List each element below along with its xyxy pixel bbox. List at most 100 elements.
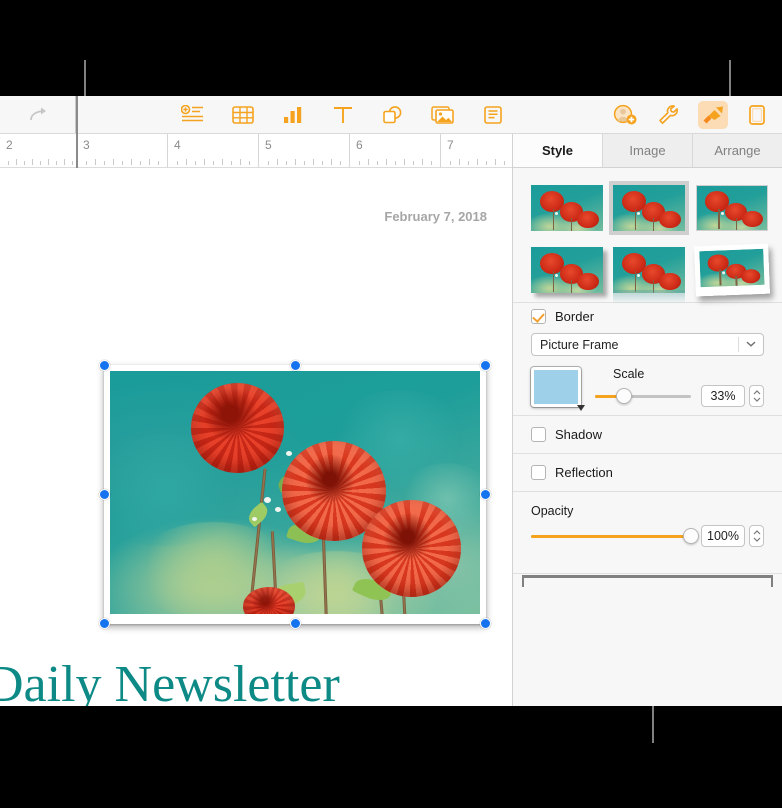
border-scale-group: Scale 33% (595, 367, 764, 407)
margin-guide (76, 96, 78, 168)
callout-bracket-sidebar-right (771, 575, 773, 587)
reflection-section: Reflection (513, 454, 782, 491)
ruler-segment: 7 (440, 134, 512, 167)
opacity-stepper[interactable] (749, 525, 764, 547)
ruler-number: 6 (356, 138, 363, 152)
opacity-section: Opacity 100% (513, 492, 782, 557)
resize-handle-top-left[interactable] (99, 360, 110, 371)
shadow-label: Shadow (555, 427, 602, 442)
tab-image[interactable]: Image (603, 134, 693, 167)
toolbar-left-group (0, 96, 76, 133)
border-checkbox-row[interactable]: Border (531, 309, 764, 324)
image-styles-grid (513, 168, 782, 302)
shadow-checkbox-row[interactable]: Shadow (531, 427, 764, 442)
ruler-number: 4 (174, 138, 181, 152)
scale-slider[interactable] (595, 388, 691, 404)
tab-arrange[interactable]: Arrange (693, 134, 782, 167)
resize-handle-top-right[interactable] (480, 360, 491, 371)
document-icon[interactable] (742, 101, 772, 129)
border-color-scale-row: Scale 33% (531, 367, 764, 411)
document-canvas[interactable]: February 7, 2018 Daily Newsletter (0, 168, 512, 706)
resize-handle-bottom-right[interactable] (480, 618, 491, 629)
reflection-label: Reflection (555, 465, 613, 480)
ruler-ticks (168, 156, 258, 165)
ruler-number: 2 (6, 138, 13, 152)
flower-bloom (361, 499, 462, 597)
border-label: Border (555, 309, 595, 324)
app-window: 2 3 4 5 6 7 February 7, 2018 Daily Newsl… (0, 96, 782, 706)
opacity-value-field[interactable]: 100% (701, 525, 745, 547)
style-swatch-plain[interactable] (531, 184, 603, 232)
ruler-number: 5 (265, 138, 272, 152)
ruler-segment: 2 (0, 134, 76, 167)
list-add-icon[interactable] (178, 101, 208, 129)
collaborate-icon[interactable] (610, 101, 640, 129)
ruler-segment: 6 (349, 134, 440, 167)
border-type-value: Picture Frame (540, 337, 619, 352)
scale-label: Scale (613, 367, 645, 381)
tab-style[interactable]: Style (513, 134, 603, 167)
ruler-number: 7 (447, 138, 454, 152)
resize-handle-bottom-center[interactable] (289, 618, 301, 629)
format-sidebar: Style Image Arrange Border Picture Frame… (512, 134, 782, 706)
reflection-checkbox[interactable] (531, 465, 546, 480)
format-icon[interactable] (698, 100, 728, 129)
ruler-ticks (0, 156, 76, 165)
opacity-label: Opacity (531, 504, 574, 518)
opacity-slider-line: 100% (531, 525, 764, 547)
style-swatch-gray-frame[interactable] (609, 181, 689, 235)
chevron-down-icon (746, 336, 756, 350)
resize-handle-top-center[interactable] (289, 360, 301, 371)
toolbar (0, 96, 782, 134)
comment-icon[interactable] (478, 101, 508, 129)
toolbar-insert-group (76, 101, 610, 129)
ruler-ticks (441, 156, 512, 165)
text-icon[interactable] (328, 101, 358, 129)
style-swatch-thin-border[interactable] (695, 184, 769, 232)
style-swatch-tilted-white-frame[interactable] (694, 243, 770, 297)
toolbar-right-group (610, 100, 782, 129)
reflection-checkbox-row[interactable]: Reflection (531, 465, 764, 480)
screenshot-root: 2 3 4 5 6 7 February 7, 2018 Daily Newsl… (0, 0, 782, 808)
resize-handle-middle-right[interactable] (480, 489, 491, 500)
settings-icon[interactable] (654, 101, 684, 129)
flower-bloom (191, 383, 284, 474)
ruler-segment: 3 (76, 134, 167, 167)
redo-button[interactable] (23, 101, 53, 129)
shadow-section: Shadow (513, 416, 782, 453)
document-title: Daily Newsletter (0, 656, 340, 706)
selected-image[interactable] (99, 360, 491, 629)
divider (513, 573, 782, 574)
chart-icon[interactable] (278, 101, 308, 129)
table-icon[interactable] (228, 101, 258, 129)
ruler-segment: 4 (167, 134, 258, 167)
style-swatch-drop-shadow[interactable] (531, 246, 603, 294)
picture-frame-border (104, 365, 486, 624)
ruler-ticks (350, 156, 440, 165)
scale-slider-line: 33% (595, 385, 764, 407)
style-swatch-reflection[interactable] (613, 246, 685, 294)
scale-slider-knob[interactable] (615, 388, 632, 404)
border-checkbox[interactable] (531, 309, 546, 324)
ruler-number: 3 (83, 138, 90, 152)
ruler-ticks (259, 156, 349, 165)
ruler-ticks (77, 156, 167, 165)
border-type-select[interactable]: Picture Frame (531, 333, 764, 356)
opacity-slider-fill (531, 535, 691, 538)
scale-value-field[interactable]: 33% (701, 385, 745, 407)
media-icon[interactable] (428, 101, 458, 129)
border-color-well-wrap (531, 367, 585, 411)
border-color-well[interactable] (531, 367, 581, 407)
ruler-segment: 5 (258, 134, 349, 167)
dahlia-photo (110, 371, 480, 614)
border-section: Border Picture Frame Scale 33% (513, 303, 782, 415)
scale-stepper[interactable] (749, 385, 764, 407)
opacity-slider-knob[interactable] (683, 528, 699, 544)
shadow-checkbox[interactable] (531, 427, 546, 442)
shape-icon[interactable] (378, 101, 408, 129)
color-dropdown-triangle-icon[interactable] (577, 405, 585, 411)
resize-handle-middle-left[interactable] (99, 489, 110, 500)
document-date: February 7, 2018 (384, 209, 487, 224)
resize-handle-bottom-left[interactable] (99, 618, 110, 629)
opacity-slider[interactable] (531, 528, 699, 544)
